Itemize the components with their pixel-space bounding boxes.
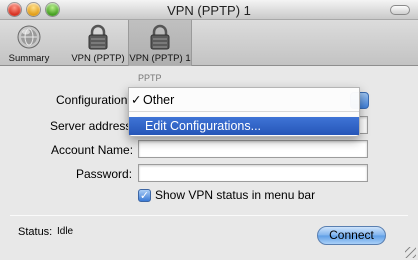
lock-icon — [88, 24, 108, 50]
section-header: PPTP — [138, 73, 162, 83]
account-name-label: Account Name: — [51, 143, 134, 157]
configuration-menu: ✓ Other Edit Configurations... — [128, 87, 360, 137]
server-address-label: Server address — [50, 119, 132, 133]
password-label: Password: — [76, 167, 133, 181]
show-vpn-status-label[interactable]: Show VPN status in menu bar — [155, 188, 315, 202]
toolbar-item-vpn-pptp[interactable]: VPN (PPTP) — [70, 20, 126, 66]
checkmark-icon: ✓ — [131, 93, 142, 107]
connect-button[interactable]: Connect — [317, 226, 386, 245]
password-field[interactable] — [138, 164, 368, 182]
resize-grip[interactable] — [405, 247, 416, 258]
configuration-label: Configuration — [56, 93, 128, 107]
toolbar: Summary VPN (PPTP) VPN (PPTP) 1 — [0, 20, 418, 66]
status-value: Idle — [57, 226, 74, 237]
status-label: Status: — [18, 226, 53, 238]
globe-icon — [17, 25, 41, 49]
menu-item-other[interactable]: ✓ Other — [129, 91, 359, 109]
toolbar-toggle-button[interactable] — [390, 5, 410, 15]
show-vpn-status-checkbox[interactable]: ✓ — [138, 189, 151, 202]
window-title: VPN (PPTP) 1 — [167, 3, 251, 18]
toolbar-item-label: VPN (PPTP) 1 — [129, 53, 191, 64]
toolbar-item-label: Summary — [8, 53, 50, 64]
menu-item-edit-configurations[interactable]: Edit Configurations... — [129, 117, 359, 135]
toolbar-item-summary[interactable]: Summary — [4, 20, 54, 66]
menu-separator — [129, 111, 359, 112]
account-name-field[interactable] — [138, 140, 368, 158]
lock-icon — [150, 24, 170, 50]
toolbar-item-label: VPN (PPTP) — [71, 53, 125, 64]
title-bar: VPN (PPTP) 1 — [0, 0, 418, 20]
menu-item-label: Other — [143, 93, 175, 107]
toolbar-item-vpn-pptp-1[interactable]: VPN (PPTP) 1 — [128, 20, 192, 66]
divider — [10, 215, 408, 216]
